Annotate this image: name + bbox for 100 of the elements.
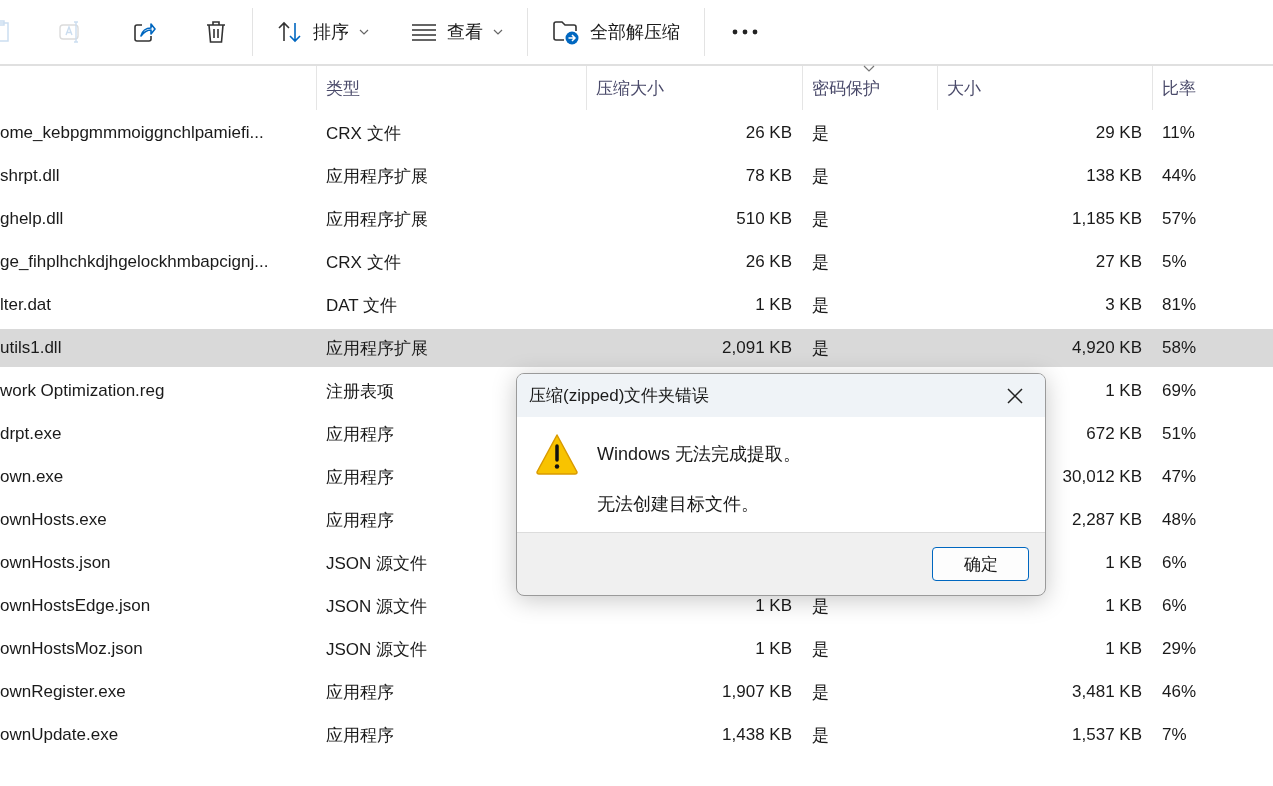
password-protected: 是 bbox=[812, 123, 829, 143]
share-icon bbox=[132, 20, 156, 44]
ratio: 69% bbox=[1162, 381, 1197, 400]
file-name: drpt.exe bbox=[0, 424, 63, 444]
compressed-size: 1 KB bbox=[755, 639, 792, 658]
file-type: 应用程序扩展 bbox=[326, 338, 428, 358]
file-size: 672 KB bbox=[1086, 424, 1142, 443]
ok-button[interactable]: 确定 bbox=[932, 547, 1029, 581]
compressed-size: 1 KB bbox=[755, 295, 792, 314]
file-size: 3,481 KB bbox=[1072, 682, 1142, 701]
file-size: 27 KB bbox=[1095, 252, 1142, 271]
more-icon bbox=[732, 29, 758, 35]
file-name: ownHostsMoz.json bbox=[0, 639, 144, 659]
compressed-size: 78 KB bbox=[745, 166, 792, 185]
file-size: 1,185 KB bbox=[1072, 209, 1142, 228]
compressed-size: 510 KB bbox=[736, 209, 792, 228]
file-name: work Optimization.reg bbox=[0, 381, 166, 401]
selected-row[interactable]: utils1.dll 应用程序扩展 2,091 KB 是 4,920 KB 58% bbox=[0, 329, 1273, 367]
file-name: own.exe bbox=[0, 467, 65, 487]
file-name: lter.dat bbox=[0, 295, 53, 315]
ratio: 44% bbox=[1162, 166, 1197, 185]
file-name: ghelp.dll bbox=[0, 209, 65, 229]
compressed-size: 1,438 KB bbox=[722, 725, 792, 744]
column-header[interactable]: 密码保护 bbox=[802, 66, 937, 110]
file-type: 应用程序扩展 bbox=[326, 166, 428, 186]
trash-icon bbox=[205, 20, 227, 44]
toolbar-menu-button[interactable]: 查看 bbox=[399, 10, 515, 54]
compressed-size: 26 KB bbox=[745, 123, 792, 142]
file-size: 138 KB bbox=[1086, 166, 1142, 185]
ratio: 48% bbox=[1162, 510, 1197, 529]
file-type: JSON 源文件 bbox=[326, 596, 428, 616]
file-type: CRX 文件 bbox=[326, 252, 401, 272]
ratio: 29% bbox=[1162, 639, 1197, 658]
ratio: 81% bbox=[1162, 295, 1197, 314]
file-name: utils1.dll bbox=[0, 338, 63, 358]
ratio: 57% bbox=[1162, 209, 1197, 228]
toolbar-menu-button[interactable]: 排序 bbox=[265, 10, 381, 54]
file-type: CRX 文件 bbox=[326, 123, 401, 143]
compressed-size: 1,907 KB bbox=[722, 682, 792, 701]
list-icon bbox=[411, 23, 437, 41]
ratio: 5% bbox=[1162, 252, 1187, 271]
file-type: 应用程序 bbox=[326, 725, 394, 745]
compressed-size: 1 KB bbox=[755, 596, 792, 615]
file-size: 3 KB bbox=[1105, 295, 1142, 314]
file-name: ownHosts.json bbox=[0, 553, 112, 573]
toolbar-menu-button[interactable]: 全部解压缩 bbox=[540, 10, 692, 54]
password-protected: 是 bbox=[812, 682, 829, 702]
file-name: shrpt.dll bbox=[0, 166, 61, 186]
password-protected: 是 bbox=[812, 295, 829, 315]
warning-icon bbox=[535, 433, 579, 475]
ratio: 46% bbox=[1162, 682, 1197, 701]
file-size: 1 KB bbox=[1105, 639, 1142, 658]
file-type: 应用程序 bbox=[326, 510, 394, 530]
chevron-down-icon bbox=[493, 29, 503, 35]
file-type: JSON 源文件 bbox=[326, 553, 428, 573]
ratio: 47% bbox=[1162, 467, 1197, 486]
column-header[interactable]: 比率 bbox=[1152, 66, 1273, 110]
file-size: 4,920 KB bbox=[1072, 338, 1142, 357]
file-name: ownHosts.exe bbox=[0, 510, 108, 530]
file-name: ownHostsEdge.json bbox=[0, 596, 152, 616]
password-protected: 是 bbox=[812, 639, 829, 659]
password-protected: 是 bbox=[812, 209, 829, 229]
ratio: 7% bbox=[1162, 725, 1187, 744]
folder-extract-icon bbox=[552, 19, 580, 45]
password-protected: 是 bbox=[812, 338, 829, 358]
column-header[interactable]: 大小 bbox=[937, 66, 1152, 110]
password-protected: 是 bbox=[812, 596, 829, 616]
ratio: 58% bbox=[1162, 338, 1197, 357]
sort-icon bbox=[277, 21, 303, 43]
file-size: 1 KB bbox=[1105, 553, 1142, 572]
column-header[interactable]: 压缩大小 bbox=[586, 66, 802, 110]
file-size: 1 KB bbox=[1105, 596, 1142, 615]
file-type: 应用程序扩展 bbox=[326, 209, 428, 229]
chevron-down-icon bbox=[359, 29, 369, 35]
file-name: ownRegister.exe bbox=[0, 682, 127, 702]
compressed-size: 26 KB bbox=[745, 252, 792, 271]
file-name: ge_fihplhchkdjhgelockhmbapcignj... bbox=[0, 252, 270, 272]
file-size: 2,287 KB bbox=[1072, 510, 1142, 529]
dialog-title: 压缩(zipped)文件夹错误 bbox=[529, 385, 710, 407]
ratio: 11% bbox=[1162, 123, 1195, 142]
file-size: 1 KB bbox=[1105, 381, 1142, 400]
password-protected: 是 bbox=[812, 166, 829, 186]
close-icon bbox=[1007, 387, 1023, 404]
file-type: DAT 文件 bbox=[326, 295, 398, 315]
file-type: 应用程序 bbox=[326, 424, 394, 444]
ratio: 6% bbox=[1162, 553, 1187, 572]
file-size: 1,537 KB bbox=[1072, 725, 1142, 744]
error-message: Windows 无法完成提取。 bbox=[597, 443, 802, 466]
ratio: 6% bbox=[1162, 596, 1187, 615]
file-size: 29 KB bbox=[1095, 123, 1142, 142]
ratio: 51% bbox=[1162, 424, 1197, 443]
column-header[interactable]: 类型 bbox=[316, 66, 586, 110]
file-type: JSON 源文件 bbox=[326, 639, 428, 659]
file-type: 应用程序 bbox=[326, 467, 394, 487]
error-detail: 无法创建目标文件。 bbox=[597, 493, 760, 516]
compressed-size: 2,091 KB bbox=[722, 338, 792, 357]
password-protected: 是 bbox=[812, 252, 829, 272]
password-protected: 是 bbox=[812, 725, 829, 745]
file-type: 应用程序 bbox=[326, 682, 394, 702]
file-name: ownUpdate.exe bbox=[0, 725, 120, 745]
